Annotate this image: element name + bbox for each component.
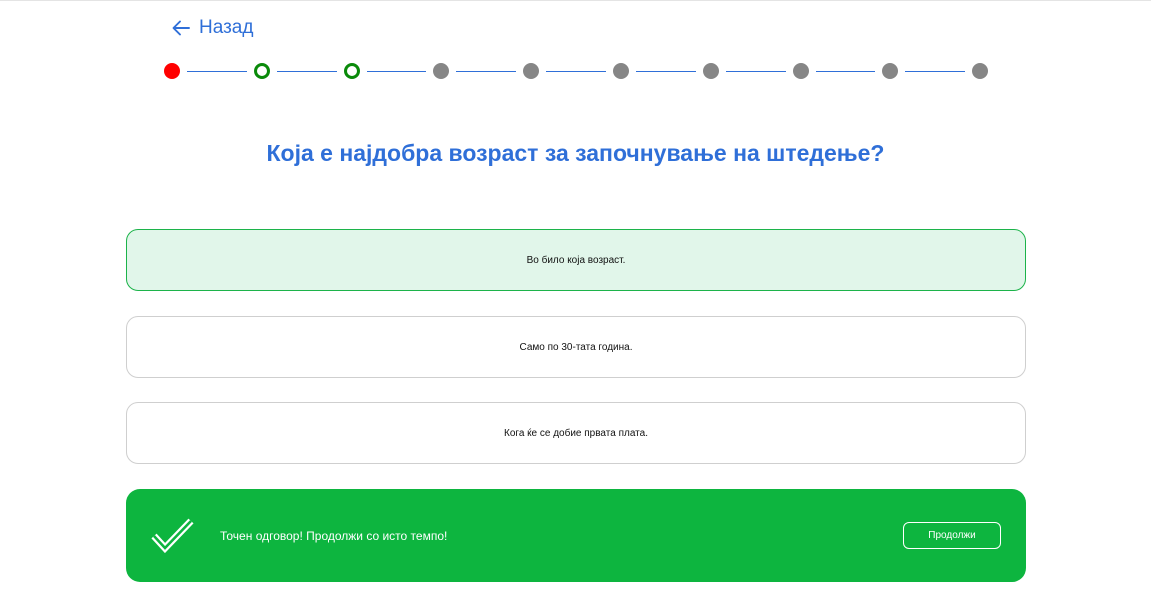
step-dot-8-pending	[792, 63, 809, 79]
answer-option-1[interactable]: Во било која возраст.	[126, 229, 1026, 291]
checkmark-icon	[151, 517, 195, 558]
step-dot-1-wrong	[164, 63, 180, 79]
answer-label: Кога ќе се добие првата плата.	[504, 427, 648, 439]
step-connector	[276, 71, 337, 72]
answer-option-2[interactable]: Само по 30-тата година.	[126, 316, 1026, 378]
step-dot-6-pending	[613, 63, 629, 79]
step-connector	[366, 71, 427, 72]
step-connector	[815, 71, 876, 72]
step-dot-3-correct	[343, 63, 360, 79]
continue-button[interactable]: Продолжи	[903, 522, 1001, 549]
step-dot-2-correct	[253, 63, 270, 79]
progress-stepper	[0, 0, 1151, 100]
step-connector	[636, 71, 696, 72]
step-connector	[725, 71, 786, 72]
answer-option-3[interactable]: Кога ќе се добие првата плата.	[126, 402, 1026, 464]
step-connector	[905, 71, 966, 72]
answer-label: Во било која возраст.	[526, 254, 626, 266]
step-dot-4-pending	[433, 63, 450, 79]
answer-label: Само по 30-тата година.	[519, 341, 633, 353]
step-dot-7-pending	[702, 63, 719, 79]
feedback-banner: Точен одговор! Продолжи со исто темпо! П…	[126, 489, 1026, 582]
step-connector	[187, 71, 247, 72]
step-connector	[546, 71, 606, 72]
step-dot-10-pending	[972, 63, 989, 79]
step-dot-5-pending	[523, 63, 540, 79]
step-connector	[456, 71, 517, 72]
question-title: Која е најдобра возраст за започнување н…	[266, 140, 885, 166]
step-dot-9-pending	[882, 63, 899, 79]
feedback-message: Точен одговор! Продолжи со исто темпо!	[220, 529, 448, 543]
